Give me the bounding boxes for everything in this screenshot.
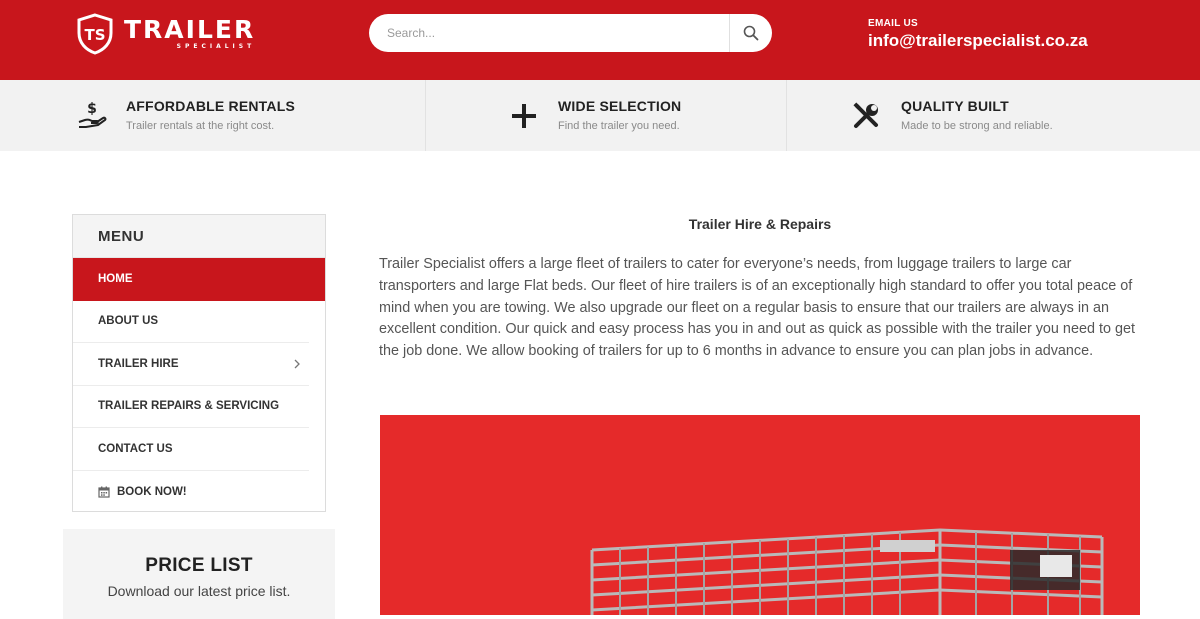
site-header: TS TRAILER SPECIALIST EMAIL US info@trai… (0, 0, 1200, 80)
logo-sub-text: SPECIALIST (176, 43, 256, 50)
feature-subtitle: Trailer rentals at the right cost. (126, 120, 275, 132)
menu-item-label: ABOUT US (98, 315, 159, 328)
search-input[interactable] (369, 14, 729, 52)
logo-shield-icon: TS (77, 13, 113, 55)
search-button[interactable] (729, 14, 772, 52)
trailer-hero-image (380, 415, 1140, 615)
menu-item-trailer-repairs[interactable]: TRAILER REPAIRS & SERVICING (73, 386, 309, 428)
trailer-cage-image (590, 528, 1104, 615)
feature-affordable-rentals: $ AFFORDABLE RENTALS Trailer rentals at … (0, 80, 426, 151)
menu-item-label: BOOK NOW! (117, 485, 187, 498)
logo-initials: TS (84, 26, 105, 44)
feature-title: WIDE SELECTION (558, 98, 682, 114)
feature-subtitle: Find the trailer you need. (558, 120, 680, 132)
price-list-title: PRICE LIST (145, 555, 253, 576)
menu-item-label: HOME (98, 273, 133, 286)
feature-quality-built: QUALITY BUILT Made to be strong and reli… (787, 80, 1200, 151)
dollar-hand-icon: $ (76, 100, 108, 132)
search-icon (743, 25, 759, 41)
email-contact: EMAIL US info@trailerspecialist.co.za (868, 18, 1088, 52)
menu-title: MENU (73, 215, 325, 258)
sidebar-menu: MENU HOME ABOUT US TRAILER HIRE TRAILER … (72, 214, 326, 512)
search-bar (369, 14, 772, 52)
chevron-right-icon[interactable] (293, 358, 301, 370)
menu-item-book-now[interactable]: BOOK NOW! (73, 471, 309, 514)
feature-title: QUALITY BUILT (901, 98, 1009, 114)
feature-wide-selection: WIDE SELECTION Find the trailer you need… (426, 80, 787, 151)
logo-main-text: TRAILER (124, 15, 256, 44)
feature-subtitle: Made to be strong and reliable. (901, 120, 1053, 132)
site-logo[interactable]: TS TRAILER SPECIALIST (76, 12, 255, 56)
price-list-subtitle: Download our latest price list. (107, 583, 291, 599)
menu-item-label: CONTACT US (98, 442, 173, 455)
menu-item-trailer-hire[interactable]: TRAILER HIRE (73, 343, 309, 386)
feature-bar: $ AFFORDABLE RENTALS Trailer rentals at … (0, 80, 1200, 151)
page-title: Trailer Hire & Repairs (688, 216, 832, 232)
menu-item-home[interactable]: HOME (73, 258, 325, 301)
menu-item-about-us[interactable]: ABOUT US (73, 301, 309, 343)
svg-text:$: $ (87, 101, 97, 117)
menu-item-label: TRAILER HIRE (98, 357, 179, 370)
plus-icon (508, 100, 540, 132)
calendar-icon (98, 486, 110, 498)
feature-title: AFFORDABLE RENTALS (126, 98, 295, 114)
intro-paragraph: Trailer Specialist offers a large fleet … (379, 256, 1135, 360)
email-link[interactable]: info@trailerspecialist.co.za (868, 30, 1088, 52)
menu-item-label: TRAILER REPAIRS & SERVICING (98, 400, 280, 413)
menu-item-contact-us[interactable]: CONTACT US (73, 428, 309, 471)
logo-wordmark: TRAILER SPECIALIST (124, 17, 255, 51)
tools-icon (850, 100, 882, 132)
price-list-box[interactable]: PRICE LIST Download our latest price lis… (63, 529, 335, 619)
email-label: EMAIL US (868, 18, 918, 29)
